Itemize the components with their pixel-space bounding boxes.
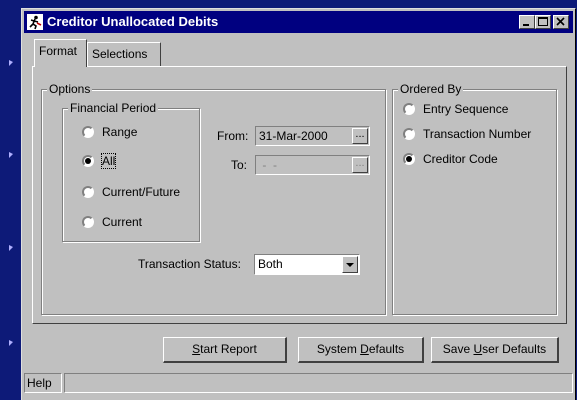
title-bar: Creditor Unallocated Debits	[24, 11, 573, 33]
radio-entry-sequence[interactable]: Entry Sequence	[403, 100, 508, 118]
radio-button-icon	[403, 128, 415, 140]
from-date-browse-button[interactable]: ...	[352, 128, 368, 144]
radio-current-future[interactable]: Current/Future	[82, 183, 180, 201]
radio-all[interactable]: All	[82, 152, 117, 170]
app-runner-icon[interactable]	[27, 14, 43, 30]
radio-button-icon	[82, 186, 94, 198]
to-date-field[interactable]: - - ...	[255, 155, 370, 175]
save-user-defaults-button[interactable]: Save User Defaults	[431, 337, 559, 363]
dialog-window: Creditor Unallocated Debits Format Selec…	[21, 8, 576, 400]
status-message	[64, 373, 573, 393]
from-date-field[interactable]: 31-Mar-2000 ...	[255, 126, 370, 146]
radio-range[interactable]: Range	[82, 123, 137, 141]
transaction-status-label: Transaction Status:	[138, 257, 241, 271]
financial-period-group: Financial Period Range All Current/Futur…	[62, 101, 200, 242]
desktop-mark	[9, 60, 13, 66]
desktop-mark	[9, 340, 13, 346]
options-legend: Options	[47, 82, 93, 96]
minimize-icon	[523, 24, 529, 26]
format-tab-panel: Options Financial Period Range All Curre…	[32, 66, 567, 324]
radio-current[interactable]: Current	[82, 213, 142, 231]
tab-format[interactable]: Format	[34, 39, 87, 67]
options-group: Options Financial Period Range All Curre…	[41, 82, 386, 315]
start-report-button[interactable]: Start Report	[163, 337, 287, 363]
radio-button-icon	[82, 216, 94, 228]
to-label: To:	[231, 158, 248, 172]
to-date-browse-button[interactable]: ...	[352, 157, 368, 173]
ordered-by-group: Ordered By Entry Sequence Transaction Nu…	[392, 82, 557, 315]
radio-button-icon	[82, 126, 94, 138]
window-title: Creditor Unallocated Debits	[47, 14, 219, 29]
status-help: Help	[24, 373, 62, 393]
radio-button-icon	[403, 103, 415, 115]
desktop-mark	[9, 245, 13, 251]
close-button[interactable]	[553, 15, 569, 29]
radio-button-selected-icon	[403, 153, 415, 165]
financial-period-legend: Financial Period	[68, 101, 159, 115]
system-defaults-button[interactable]: System Defaults	[298, 337, 424, 363]
minimize-button[interactable]	[519, 15, 535, 29]
chevron-down-icon[interactable]	[342, 256, 358, 273]
radio-button-selected-icon	[82, 155, 94, 167]
status-bar: Help	[24, 373, 573, 393]
radio-transaction-number[interactable]: Transaction Number	[403, 125, 531, 143]
desktop-mark	[9, 152, 13, 158]
radio-creditor-code[interactable]: Creditor Code	[403, 150, 498, 168]
tab-selections[interactable]: Selections	[87, 42, 161, 66]
transaction-status-select[interactable]: Both	[254, 254, 360, 275]
close-icon	[556, 17, 565, 26]
from-label: From:	[217, 129, 249, 143]
maximize-button[interactable]	[535, 15, 551, 29]
ordered-by-legend: Ordered By	[398, 82, 464, 96]
maximize-icon	[538, 17, 548, 26]
